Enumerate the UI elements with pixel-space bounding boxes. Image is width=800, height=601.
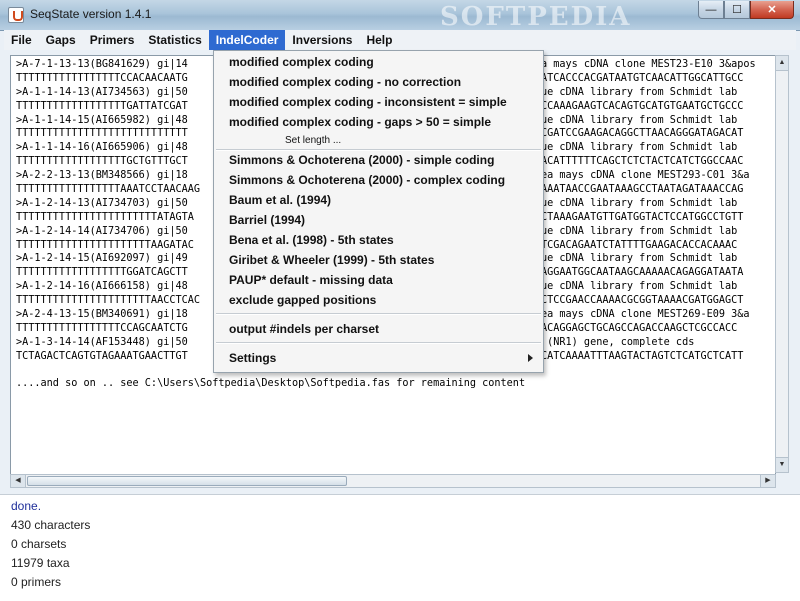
sequence-line-left: TTTTTTTTTTTTTTTTTTTTTTTTTTTT — [16, 128, 188, 140]
status-done: done. — [11, 499, 42, 513]
sequence-line-left: >A-1-2-14-13(AI734703) gi|50 — [16, 197, 188, 209]
menuitem-set-length[interactable]: Set length ... — [285, 135, 341, 146]
sequence-line-left: TCTAGACTCAGTGTAGAAATGAACTTGT — [16, 350, 188, 362]
menuitem-bena[interactable]: Bena et al. (1998) - 5th states — [229, 231, 394, 249]
sequence-line-right: ue cDNA library from Schmidt lab — [541, 197, 738, 209]
sequence-line-right: TCGACAGAATCTATTTTGAAGACACCACAAAC — [541, 239, 738, 251]
java-app-icon — [8, 7, 24, 23]
status-characters: 430 characters — [11, 518, 91, 532]
sequence-line-right: CATCAAAATTTAAGTACTAGTCTCATGCTCATT — [541, 350, 744, 362]
sequence-line-right: a mays cDNA clone MEST23-E10 3&apos — [541, 59, 756, 70]
sequence-line-left: >A-1-2-14-14(AI734706) gi|50 — [16, 225, 188, 237]
status-primers: 0 primers — [11, 575, 62, 589]
sequence-line-right: ACATTTTTTCAGCTCTCTACTCATCTGGCCAAC — [541, 156, 744, 168]
horizontal-scroll-thumb[interactable] — [27, 476, 347, 486]
menuitem-modified-complex-coding[interactable]: modified complex coding — [229, 53, 374, 71]
menu-file[interactable]: File — [4, 30, 39, 50]
sequence-line-left: >A-2-2-13-13(BM348566) gi|18 — [16, 170, 188, 182]
sequence-line-left: >A-1-1-14-16(AI665906) gi|48 — [16, 142, 188, 154]
sequence-line-left: TTTTTTTTTTTTTTTTTTTTTTTATAGTA — [16, 211, 194, 223]
menuitem-modified-complex-gaps50[interactable]: modified complex coding - gaps > 50 = si… — [229, 113, 491, 131]
sequence-line-left: TTTTTTTTTTTTTTTTTTGATTATCGAT — [16, 100, 188, 112]
sequence-line-right: ue cDNA library from Schmidt lab — [541, 225, 738, 237]
sequence-line-left: >A-1-3-14-14(AF153448) gi|50 — [16, 336, 188, 348]
sequence-line-left: >A-2-4-13-15(BM340691) gi|18 — [16, 309, 188, 321]
status-taxa: 11979 taxa — [11, 556, 70, 570]
sequence-line-right: CTAAAGAATGTTGATGGTACTCCATGGCCTGTT — [541, 211, 744, 223]
sequence-line-right: ATCACCCACGATAATGTCAACATTGGCATTGCC — [541, 72, 744, 84]
remaining-content-note: ....and so on .. see C:\Users\Softpedia\… — [16, 378, 526, 390]
scroll-down-icon[interactable]: ▼ — [776, 457, 788, 472]
menuitem-giribet-wheeler[interactable]: Giribet & Wheeler (1999) - 5th states — [229, 251, 434, 269]
menu-indelcoder[interactable]: IndelCoder — [208, 30, 286, 50]
status-charsets: 0 charsets — [11, 537, 67, 551]
menu-gaps[interactable]: Gaps — [39, 30, 83, 50]
sequence-line-left: >A-1-2-14-16(AI666158) gi|48 — [16, 281, 188, 293]
minimize-icon: — — [705, 3, 717, 16]
minimize-button[interactable]: — — [698, 1, 724, 19]
submenu-arrow-icon — [528, 354, 533, 362]
sequence-line-left: TTTTTTTTTTTTTTTTTCCACAACAATG — [16, 72, 188, 84]
scroll-up-icon[interactable]: ▲ — [776, 56, 788, 71]
menuitem-simmons-complex[interactable]: Simmons & Ochoterena (2000) - complex co… — [229, 171, 505, 189]
menu-help[interactable]: Help — [359, 30, 399, 50]
sequence-line-right: ue cDNA library from Schmidt lab — [541, 114, 738, 126]
sequence-line-left: >A-7-1-13-13(BG841629) gi|14 — [16, 59, 188, 70]
horizontal-scrollbar[interactable]: ◀ ▶ — [10, 474, 776, 488]
sequence-line-right: ea mays cDNA clone MEST269-E09 3&a — [541, 309, 750, 321]
sequence-line-right: ea mays cDNA clone MEST293-C01 3&a — [541, 170, 750, 182]
sequence-line-right: CCAAAGAAGTCACAGTGCATGTGAATGCTGCCC — [541, 100, 744, 112]
app-window: SeqState version 1.4.1 SOFTPEDIA — ☐ ✕ F… — [0, 0, 800, 601]
sequence-line-left: TTTTTTTTTTTTTTTTTTGGATCAGCTT — [16, 267, 188, 279]
menuitem-simmons-simple[interactable]: Simmons & Ochoterena (2000) - simple cod… — [229, 151, 494, 169]
menu-statistics[interactable]: Statistics — [141, 30, 208, 50]
sequence-line-right: ACAGGAGCTGCAGCCAGACCAAGCTCGCCACC — [541, 322, 738, 334]
menuitem-barriel[interactable]: Barriel (1994) — [229, 211, 305, 229]
menu-inversions[interactable]: Inversions — [285, 30, 359, 50]
sequence-line-left: >A-1-1-14-15(AI665982) gi|48 — [16, 114, 188, 126]
sequence-line-left: TTTTTTTTTTTTTTTTTAAATCCTAACAAG — [16, 184, 201, 196]
sequence-line-left: TTTTTTTTTTTTTTTTTTTTTTAAGATAC — [16, 239, 194, 251]
menuitem-baum[interactable]: Baum et al. (1994) — [229, 191, 331, 209]
maximize-button[interactable]: ☐ — [724, 1, 750, 19]
sequence-line-left: >A-1-2-14-15(AI692097) gi|49 — [16, 253, 188, 265]
sequence-line-left: >A-1-1-14-13(AI734563) gi|50 — [16, 86, 188, 98]
indelcoder-dropdown-menu: modified complex coding modified complex… — [213, 50, 544, 373]
menuitem-modified-complex-no-correction[interactable]: modified complex coding - no correction — [229, 73, 461, 91]
sequence-line-right: ue cDNA library from Schmidt lab — [541, 142, 738, 154]
sequence-line-right: AGGAATGGCAATAAGCAAAAACAGAGGATAATA — [541, 267, 744, 279]
menuitem-settings[interactable]: Settings — [229, 349, 276, 367]
menuitem-paup-default[interactable]: PAUP* default - missing data — [229, 271, 393, 289]
menu-separator — [216, 313, 541, 315]
menu-separator — [216, 342, 541, 344]
scroll-left-icon[interactable]: ◀ — [11, 475, 26, 487]
softpedia-watermark: SOFTPEDIA — [440, 2, 632, 32]
menuitem-output-indels[interactable]: output #indels per charset — [229, 320, 379, 338]
maximize-icon: ☐ — [732, 4, 742, 16]
menuitem-exclude-gapped[interactable]: exclude gapped positions — [229, 291, 376, 309]
scroll-right-icon[interactable]: ▶ — [760, 475, 775, 487]
sequence-line-right: ue cDNA library from Schmidt lab — [541, 86, 738, 98]
close-button[interactable]: ✕ — [750, 1, 794, 19]
menu-primers[interactable]: Primers — [83, 30, 142, 50]
sequence-line-left: TTTTTTTTTTTTTTTTTTTTTTAACCTCAC — [16, 295, 201, 307]
sequence-line-left: TTTTTTTTTTTTTTTTTCCAGCAATCTG — [16, 322, 188, 334]
window-title: SeqState version 1.4.1 — [30, 7, 152, 21]
vertical-scrollbar[interactable]: ▲ ▼ — [775, 55, 789, 473]
sequence-line-right: CTCCGAACCAAAACGCGGTAAAACGATGGAGCT — [541, 295, 744, 307]
menu-bar: File Gaps Primers Statistics IndelCoder … — [4, 30, 796, 50]
window-controls: — ☐ ✕ — [698, 1, 794, 21]
sequence-line-right: CGATCCGAAGACAGGCTTAACAGGGATAGACAT — [541, 128, 744, 140]
sequence-line-right: AAATAACCGAATAAAGCCTAATAGATAAACCAG — [541, 184, 744, 196]
close-icon: ✕ — [767, 4, 777, 16]
menuitem-modified-complex-inconsistent[interactable]: modified complex coding - inconsistent =… — [229, 93, 507, 111]
sequence-line-left: TTTTTTTTTTTTTTTTTTGCTGTTTGCT — [16, 156, 188, 168]
title-bar[interactable]: SeqState version 1.4.1 SOFTPEDIA — ☐ ✕ — [0, 0, 800, 32]
status-panel: done. 430 characters 0 charsets 11979 ta… — [0, 494, 800, 601]
sequence-line-right: ue cDNA library from Schmidt lab — [541, 281, 738, 293]
sequence-line-right: (NR1) gene, complete cds — [541, 336, 695, 348]
sequence-line-right: ue cDNA library from Schmidt lab — [541, 253, 738, 265]
